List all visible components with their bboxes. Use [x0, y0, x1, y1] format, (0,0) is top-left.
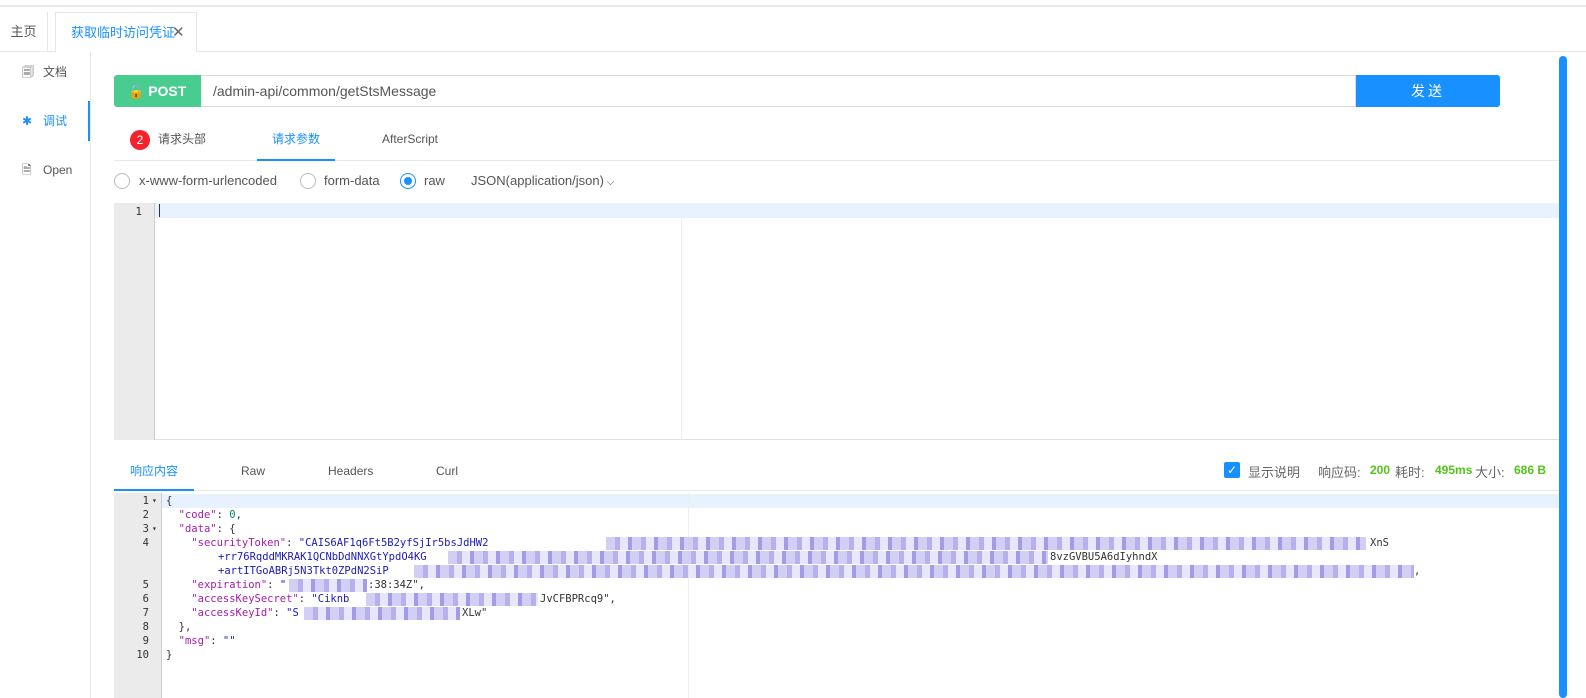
redacted-region: [414, 565, 1414, 578]
code-fragment: XLw": [462, 607, 488, 619]
send-button[interactable]: 发送: [1356, 75, 1500, 107]
code-line: "msg": "": [178, 635, 236, 647]
method-badge: 🔓 POST: [114, 75, 201, 107]
show-description-label: 显示说明: [1248, 465, 1301, 480]
code-fragment: ,: [1414, 565, 1421, 577]
show-description-checkbox[interactable]: ✓: [1224, 462, 1240, 478]
chevron-down-icon: ⌵: [603, 177, 615, 188]
code-fragment: XnS: [1370, 537, 1389, 549]
line-number: 1: [135, 205, 142, 218]
code-line: }: [166, 649, 173, 661]
line-number: 10: [136, 649, 149, 661]
text-caret: [159, 204, 160, 217]
response-time: 495ms: [1435, 463, 1473, 477]
active-line: [162, 494, 1559, 508]
line-number: 9: [142, 635, 149, 647]
code-line: +artITGoABRj5N3Tkt0ZPdN2SiP: [218, 565, 389, 577]
redacted-region: [448, 551, 1048, 564]
url-input[interactable]: [201, 75, 1356, 107]
request-body-editor[interactable]: 1: [114, 203, 1559, 440]
print-margin: [688, 493, 689, 698]
redacted-region: [366, 593, 538, 606]
radio-label: form-data: [324, 173, 380, 188]
top-divider: [0, 5, 1586, 7]
redacted-region: [606, 537, 1366, 550]
tab-home[interactable]: 主页: [0, 12, 48, 52]
request-tabs: 2 请求头部 请求参数 AfterScript: [114, 120, 1559, 161]
active-line: [155, 203, 1559, 218]
redacted-region: [304, 607, 460, 620]
code-fragment: :38:34Z",: [368, 579, 425, 591]
fold-arrow-icon[interactable]: ▾: [152, 524, 157, 533]
code-line: {: [166, 495, 173, 507]
line-number: 6: [142, 593, 149, 605]
lock-icon: 🔓: [128, 84, 145, 99]
tab-response-raw[interactable]: Raw: [241, 455, 265, 491]
vertical-scrollbar[interactable]: [1559, 56, 1567, 698]
status-code: 200: [1370, 463, 1391, 477]
tab-bar: 主页 获取临时访问凭证 ✕: [0, 12, 1586, 53]
sidebar-item-label: 调试: [43, 114, 68, 128]
print-margin: [681, 218, 682, 440]
tab-get-temp-credentials[interactable]: 获取临时访问凭证 ✕: [55, 12, 197, 53]
radio-label: raw: [424, 173, 445, 188]
response-size: 686 B: [1514, 463, 1547, 477]
code-line: },: [178, 621, 192, 633]
sidebar-item-debug[interactable]: ✱ 调试: [0, 101, 90, 141]
radio-urlencoded[interactable]: [114, 173, 130, 189]
line-number: 4: [142, 537, 149, 549]
status-code-label: 响应码:: [1318, 465, 1361, 480]
tab-response-headers[interactable]: Headers: [328, 455, 373, 491]
code-line: "securityToken": "CAIS6AF1q6Ft5B2yfSjIr5…: [191, 537, 489, 549]
bug-icon: ✱: [22, 114, 33, 128]
fold-arrow-icon[interactable]: ▾: [152, 496, 157, 505]
method-label: POST: [148, 83, 187, 99]
code-fragment: 8vzGVBU5A6dIyhndX: [1050, 551, 1158, 563]
response-viewer[interactable]: 1 ▾ { 2 "code": 0, 3 ▾ "data": { 4 "secu…: [114, 493, 1559, 698]
headers-count-badge: 2: [130, 129, 150, 150]
code-line: +rr76RqddMKRAK1QCNbDdNNXGtYpdO4KG: [218, 551, 427, 563]
tab-afterscript[interactable]: AfterScript: [382, 120, 438, 161]
radio-label: x-www-form-urlencoded: [139, 173, 277, 188]
response-tabs: 响应内容 Raw Headers Curl ✓ 显示说明 响应码: 200 耗时…: [114, 455, 1559, 491]
line-number: 3: [142, 523, 149, 535]
tab-response-content[interactable]: 响应内容: [114, 455, 194, 491]
content-type-dropdown[interactable]: JSON(application/json) ⌵: [471, 173, 614, 188]
code-line: "data": {: [178, 523, 236, 535]
tab-response-curl[interactable]: Curl: [436, 455, 458, 491]
file-icon: 🗎: [22, 163, 32, 177]
line-number: 5: [142, 579, 149, 591]
radio-form-data[interactable]: [300, 173, 316, 189]
radio-raw[interactable]: [400, 173, 416, 189]
tab-request-params[interactable]: 请求参数: [257, 120, 335, 161]
code-line: "accessKeyId": "S: [191, 607, 299, 619]
sidebar-item-docs[interactable]: 🗐 文档: [0, 52, 90, 92]
request-url-bar: 🔓POST 发送: [114, 75, 1500, 107]
line-gutter: [114, 203, 155, 440]
sidebar: 🗐 文档 ✱ 调试 🗎 Open: [0, 52, 91, 698]
sidebar-item-label: 文档: [43, 65, 68, 79]
redacted-region: [289, 579, 367, 592]
dropdown-value: JSON(application/json): [471, 173, 604, 188]
close-icon[interactable]: ✕: [172, 13, 185, 53]
tab-label: 请求头部: [158, 132, 207, 146]
line-number: 7: [142, 607, 149, 619]
code-fragment: JvCFBPRcq9",: [540, 593, 616, 605]
size-label: 大小:: [1475, 465, 1505, 480]
line-number: 8: [142, 621, 149, 633]
sidebar-item-open[interactable]: 🗎 Open: [0, 150, 90, 190]
code-line: "accessKeySecret": "Ciknb: [191, 593, 350, 605]
code-line: "code": 0,: [178, 509, 242, 521]
document-icon: 🗐: [22, 65, 34, 79]
sidebar-item-label: Open: [43, 163, 73, 177]
time-label: 耗时:: [1395, 465, 1425, 480]
line-number: 1: [142, 495, 149, 507]
tab-request-headers[interactable]: 2 请求头部: [130, 120, 206, 161]
line-number: 2: [142, 509, 149, 521]
tab-label: 获取临时访问凭证: [71, 25, 176, 40]
code-line: "expiration": ": [191, 579, 287, 591]
